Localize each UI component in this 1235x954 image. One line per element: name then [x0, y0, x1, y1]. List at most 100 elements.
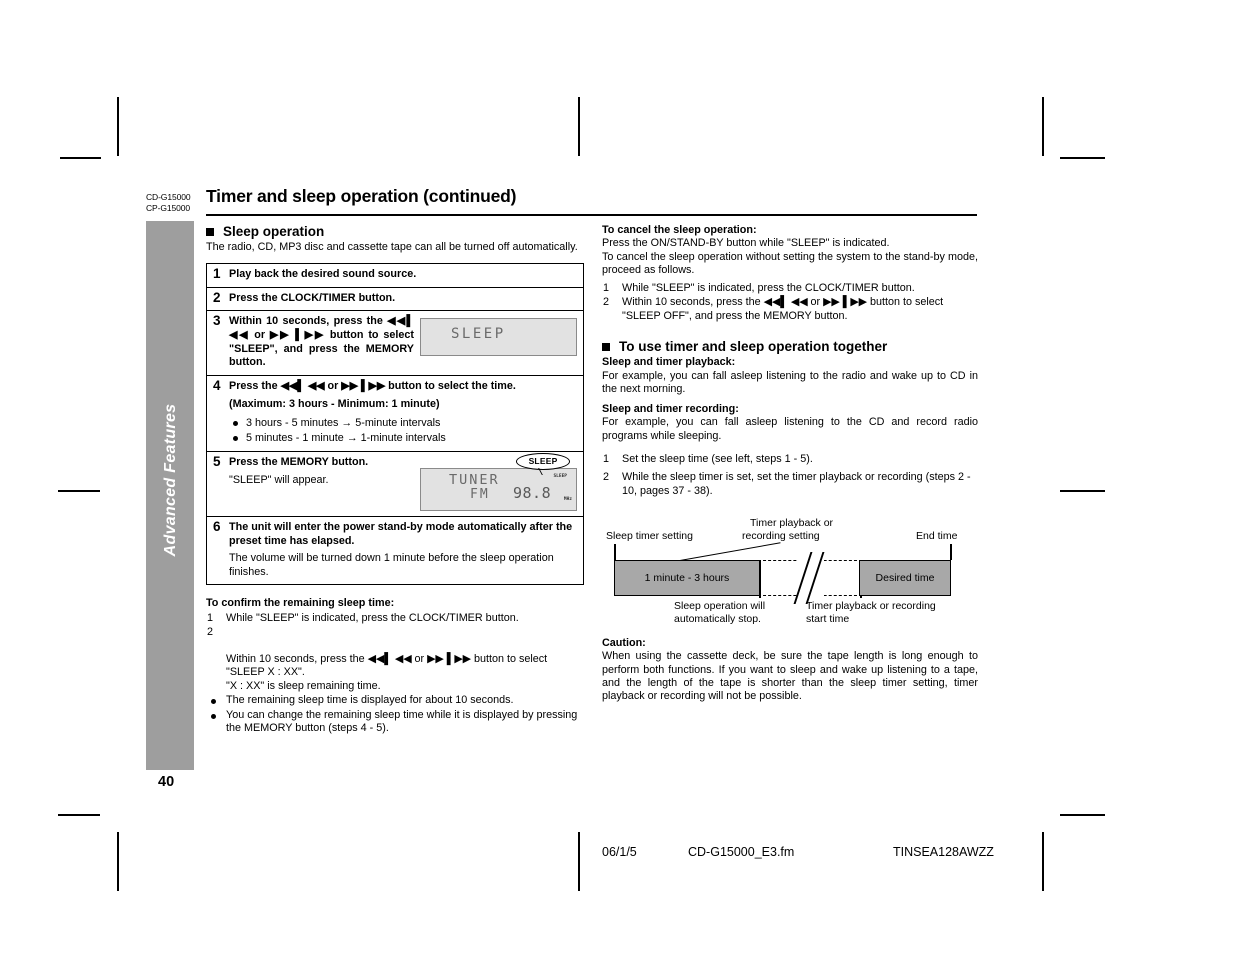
diagram-label-start-line1: Timer playback or recording [806, 600, 936, 613]
lcd-sleep-indicator: SLEEP [553, 473, 567, 479]
step-bullet-item: 5 minutes - 1 minute → 1-minute interval… [229, 431, 577, 446]
item-text: While "SLEEP" is indicated, press the CL… [622, 282, 915, 295]
confirm-sleep-bullets: The remaining sleep time is displayed fo… [206, 694, 584, 735]
crop-mark-top-right-v [1042, 97, 1044, 156]
model-code-2: CP-G15000 [146, 202, 190, 213]
crop-mark-bottom-right-v [1042, 832, 1044, 891]
diagram-leader-line [679, 542, 781, 562]
step-row: 5 Press the MEMORY button. "SLEEP" will … [207, 450, 583, 516]
numbered-item: 1 Set the sleep time (see left, steps 1 … [602, 453, 978, 466]
step-title: Press the ◀◀▌ ◀◀ or ▶▶ ▌▶▶ button to sel… [229, 379, 516, 392]
step-body: Press the MEMORY button. "SLEEP" will ap… [229, 452, 583, 516]
sleep-operation-heading-text: Sleep operation [223, 224, 325, 239]
lcd-display-sleep: SLEEP [420, 318, 577, 357]
step-row: 2 Press the CLOCK/TIMER button. [207, 286, 583, 311]
left-column: Sleep operation The radio, CD, MP3 disc … [206, 224, 584, 735]
step-row: 4 Press the ◀◀▌ ◀◀ or ▶▶ ▌▶▶ button to s… [207, 374, 583, 451]
step-number: 6 [213, 518, 221, 534]
right-column: To cancel the sleep operation: Press the… [602, 224, 978, 703]
sidebar-chapter-label: Advanced Features [162, 403, 179, 557]
sleep-callout: SLEEP [516, 452, 570, 475]
diagram-label-sleep-timer-setting: Sleep timer setting [606, 530, 693, 543]
item-number: 1 [207, 611, 214, 624]
sleep-timer-recording-heading: Sleep and timer recording: [602, 403, 739, 416]
footer-doc-code: TINSEA128AWZZ [893, 845, 994, 859]
together-steps: 1 Set the sleep time (see left, steps 1 … [602, 453, 978, 498]
step-number: 5 [213, 453, 221, 469]
cancel-sleep-steps: 1 While "SLEEP" is indicated, press the … [602, 282, 978, 323]
step-title: Press the CLOCK/TIMER button. [229, 291, 396, 304]
step-note: "SLEEP" will appear. [229, 473, 329, 486]
item-text: While "SLEEP" is indicated, press the CL… [226, 611, 519, 624]
numbered-item: 2 Within 10 seconds, press the ◀◀▌ ◀◀ or… [602, 296, 978, 323]
item-text: While the sleep timer is set, set the ti… [622, 471, 971, 497]
page-title: Timer and sleep operation (continued) [206, 186, 517, 206]
title-divider [206, 214, 977, 216]
diagram-label-stop-line1: Sleep operation will [674, 600, 766, 613]
item-number: 1 [603, 452, 610, 465]
lcd-unit-text: MHz [563, 497, 572, 503]
item-number: 2 [207, 626, 214, 639]
step-title: Play back the desired sound source. [229, 268, 417, 281]
step-title: Press the MEMORY button. [229, 455, 369, 468]
caution-heading: Caution: [602, 637, 646, 650]
step-row: 3 Within 10 seconds, press the ◀◀▌ ◀◀ or… [207, 310, 583, 374]
step-body: Press the CLOCK/TIMER button. [229, 288, 583, 311]
diagram-label-timer-setting-line2: recording setting [742, 530, 820, 543]
diagram-label-timer-setting-line1: Timer playback or [750, 517, 834, 530]
item-number: 2 [603, 471, 610, 484]
crop-mark-top-right-h [1060, 157, 1105, 159]
crop-mark-mid-right-h [1060, 490, 1105, 492]
square-bullet-icon [206, 228, 214, 236]
item-text: Within 10 seconds, press the ◀◀▌ ◀◀ or ▶… [226, 652, 548, 692]
step-body: Press the ◀◀▌ ◀◀ or ▶▶ ▌▶▶ button to sel… [229, 376, 583, 451]
step-title: The unit will enter the power stand-by m… [229, 520, 573, 547]
step-body: Within 10 seconds, press the ◀◀▌ ◀◀ or ▶… [229, 311, 583, 374]
crop-mark-bottom-center-v [578, 832, 580, 891]
numbered-item: 1 While "SLEEP" is indicated, press the … [206, 612, 584, 625]
timer-sleep-together-heading: To use timer and sleep operation togethe… [602, 339, 978, 354]
step-subtitle: (Maximum: 3 hours - Minimum: 1 minute) [229, 398, 440, 411]
footer-date: 06/1/5 [602, 845, 637, 859]
diagram-tick-end [950, 544, 952, 561]
cancel-sleep-heading: To cancel the sleep operation: [602, 224, 757, 236]
lcd-frequency-text: 98.8 [513, 483, 552, 502]
sleep-operation-heading: Sleep operation [206, 224, 584, 239]
diagram-tick-start [614, 544, 616, 561]
cancel-sleep-paragraph-1: Press the ON/STAND-BY button while "SLEE… [602, 237, 890, 250]
lcd-band-text: FM [470, 486, 490, 502]
page-number: 40 [158, 774, 175, 790]
lcd-source-text: TUNER [449, 471, 500, 488]
crop-mark-bottom-right-h [1060, 814, 1105, 816]
step-title: Within 10 seconds, press the ◀◀▌ ◀◀ or ▶… [229, 315, 414, 369]
crop-mark-bottom-left-h [58, 814, 100, 816]
step-number: 3 [213, 313, 221, 329]
step-bullet-item: 3 hours - 5 minutes → 5-minute intervals [229, 416, 577, 431]
confirm-sleep-steps: 1 While "SLEEP" is indicated, press the … [206, 612, 584, 693]
sidebar-chapter-tab: Advanced Features [146, 221, 194, 770]
numbered-item: 2 While the sleep timer is set, set the … [602, 471, 978, 498]
numbered-item: 2 Within 10 seconds, press the ◀◀▌ ◀◀ or… [206, 626, 584, 693]
caution-text: When using the cassette deck, be sure th… [602, 650, 978, 703]
crop-mark-top-left-v [117, 97, 119, 156]
numbered-item: 1 While "SLEEP" is indicated, press the … [602, 282, 978, 295]
step-body: The unit will enter the power stand-by m… [229, 517, 583, 584]
crop-mark-bottom-left-v [117, 832, 119, 891]
lcd-sleep-text: SLEEP [451, 326, 506, 343]
diagram-label-end-time: End time [916, 530, 958, 543]
crop-mark-top-left-h [60, 157, 101, 159]
sleep-timer-playback-text: For example, you can fall asleep listeni… [602, 369, 978, 395]
item-text: Set the sleep time (see left, steps 1 - … [622, 452, 813, 465]
step-bullet-list: 3 hours - 5 minutes → 5-minute intervals… [229, 416, 577, 446]
step-row: 1 Play back the desired sound source. [207, 264, 583, 287]
crop-mark-top-center-v [578, 97, 580, 156]
diagram-label-start-line2: start time [806, 613, 850, 626]
step-number: 2 [213, 289, 221, 305]
diagram-label-stop-line2: automatically stop. [674, 613, 761, 626]
bullet-item: You can change the remaining sleep time … [206, 709, 584, 736]
timer-sleep-timeline-diagram: Sleep timer setting Timer playback or re… [602, 508, 978, 630]
cancel-sleep-paragraph-2: To cancel the sleep operation without se… [602, 250, 978, 276]
item-number: 1 [603, 282, 610, 295]
sleep-operation-intro: The radio, CD, MP3 disc and cassette tap… [206, 241, 578, 253]
footer-filename: CD-G15000_E3.fm [688, 845, 795, 859]
